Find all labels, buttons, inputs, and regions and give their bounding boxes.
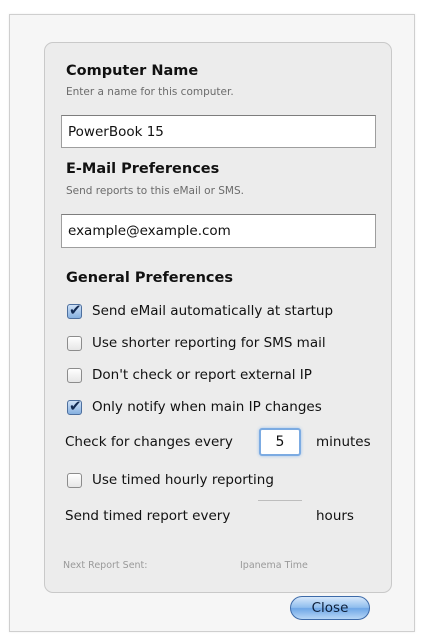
timed-report-hours-field[interactable]	[258, 500, 302, 523]
email-preferences-title: E-Mail Preferences	[66, 161, 220, 177]
computer-name-subtitle: Enter a name for this computer.	[66, 86, 234, 98]
check-changes-prefix: Check for changes every	[65, 434, 233, 450]
next-report-value: Ipanema Time	[240, 560, 308, 571]
no-external-ip-checkbox[interactable]	[67, 367, 82, 383]
check-interval-field[interactable]: 5	[259, 428, 301, 456]
main-ip-changes-label: Only notify when main IP changes	[92, 399, 322, 415]
next-report-label: Next Report Sent:	[63, 560, 148, 571]
timed-report-suffix: hours	[316, 508, 354, 524]
send-at-startup-label: Send eMail automatically at startup	[92, 303, 334, 319]
option-main-ip-changes[interactable]: ✔ Only notify when main IP changes	[67, 397, 322, 417]
option-send-at-startup[interactable]: ✔ Send eMail automatically at startup	[67, 301, 333, 321]
email-field[interactable]: example@example.com	[61, 214, 376, 248]
shorter-sms-label: Use shorter reporting for SMS mail	[92, 335, 326, 351]
email-preferences-subtitle: Send reports to this eMail or SMS.	[66, 185, 244, 197]
checkmark-icon: ✔	[69, 396, 82, 415]
check-changes-suffix: minutes	[316, 434, 371, 450]
timed-hourly-label: Use timed hourly reporting	[92, 472, 274, 488]
shorter-sms-checkbox[interactable]	[67, 335, 82, 351]
no-external-ip-label: Don't check or report external IP	[92, 367, 312, 383]
checkmark-icon: ✔	[69, 300, 82, 319]
close-button[interactable]: Close	[290, 596, 370, 620]
option-timed-hourly[interactable]: Use timed hourly reporting	[67, 470, 274, 490]
option-shorter-sms[interactable]: Use shorter reporting for SMS mail	[67, 333, 326, 353]
timed-report-prefix: Send timed report every	[65, 508, 231, 524]
main-ip-changes-checkbox[interactable]: ✔	[67, 397, 82, 415]
computer-name-field[interactable]: PowerBook 15	[61, 115, 376, 148]
general-preferences-title: General Preferences	[66, 270, 233, 286]
computer-name-title: Computer Name	[66, 63, 199, 79]
send-at-startup-checkbox[interactable]: ✔	[67, 301, 82, 319]
timed-hourly-checkbox[interactable]	[67, 472, 82, 488]
option-no-external-ip[interactable]: Don't check or report external IP	[67, 365, 312, 385]
